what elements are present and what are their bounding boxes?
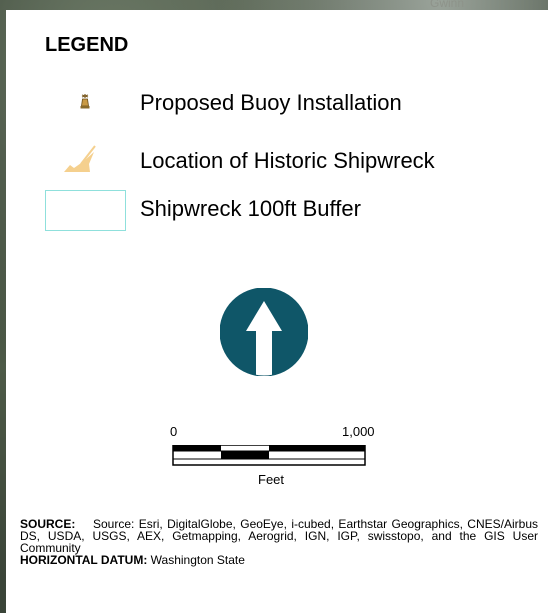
scale-bar: 0 1,000 Feet — [156, 420, 396, 490]
legend-item-buffer: Shipwreck 100ft Buffer — [6, 190, 548, 231]
datum-label: HORIZONTAL DATUM: — [20, 553, 148, 567]
legend-title: LEGEND — [45, 34, 129, 56]
scale-start-label: 0 — [170, 424, 178, 439]
scale-end-label: 1,000 — [342, 424, 375, 439]
legend-item-label: Shipwreck 100ft Buffer — [140, 196, 361, 221]
legend-item-buoy: Proposed Buoy Installation — [6, 84, 548, 124]
shipwreck-icon — [6, 142, 136, 182]
source-notes: SOURCE: Source: Esri, DigitalGlobe, GeoE… — [20, 518, 538, 566]
legend-item-shipwreck: Location of Historic Shipwreck — [6, 142, 548, 182]
buffer-outline — [6, 190, 136, 231]
scale-unit-label: Feet — [258, 472, 285, 487]
legend-panel: LEGEND Proposed Buoy Installation Locati… — [6, 10, 548, 613]
datum-text: Washington State — [150, 553, 245, 567]
imagery-place-label: Gwinn — [430, 0, 465, 10]
legend-item-label: Proposed Buoy Installation — [140, 90, 402, 115]
north-arrow-icon — [219, 287, 309, 377]
legend-item-label: Location of Historic Shipwreck — [140, 148, 435, 173]
buoy-icon — [6, 84, 136, 124]
source-text: Source: Esri, DigitalGlobe, GeoEye, i-cu… — [20, 517, 538, 555]
